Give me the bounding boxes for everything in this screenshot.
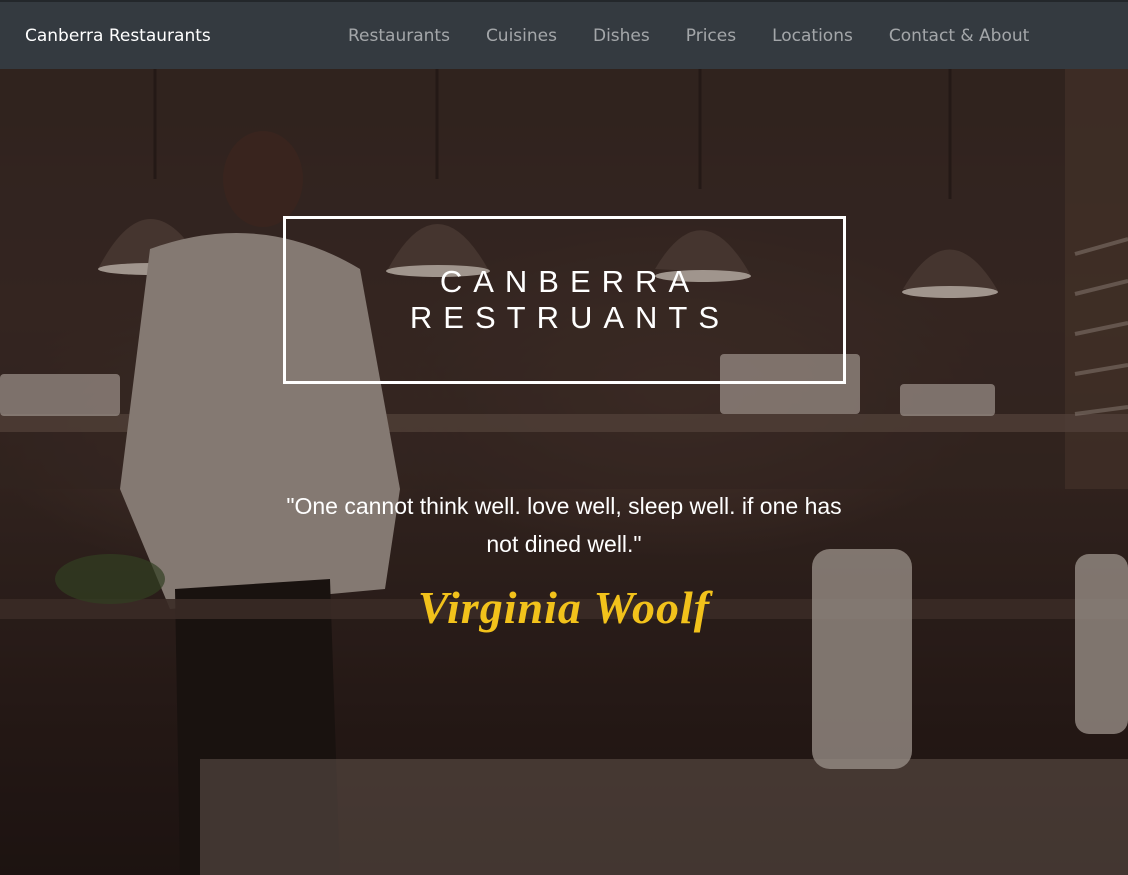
quote-author: Virginia Woolf bbox=[417, 582, 711, 633]
hero-title-box: CANBERRA RESTRUANTS bbox=[283, 216, 846, 384]
hero-section: CANBERRA RESTRUANTS "One cannot think we… bbox=[0, 69, 1128, 875]
hero-title-line-2: RESTRUANTS bbox=[409, 300, 731, 335]
nav-item-contact: Contact & About bbox=[871, 26, 1047, 46]
nav-link-cuisines[interactable]: Cuisines bbox=[486, 26, 557, 46]
nav-link-dishes[interactable]: Dishes bbox=[593, 26, 650, 46]
nav-item-cuisines: Cuisines bbox=[468, 26, 575, 46]
hero-dark-overlay bbox=[0, 69, 1128, 875]
nav-item-restaurants: Restaurants bbox=[330, 26, 468, 46]
nav-link-prices[interactable]: Prices bbox=[686, 26, 736, 46]
nav-item-prices: Prices bbox=[668, 26, 754, 46]
nav-link-restaurants[interactable]: Restaurants bbox=[348, 26, 450, 46]
nav-link-contact-about[interactable]: Contact & About bbox=[889, 26, 1029, 46]
nav-links: Restaurants Cuisines Dishes Prices Locat… bbox=[330, 2, 1047, 69]
nav-link-locations[interactable]: Locations bbox=[772, 26, 853, 46]
brand-link[interactable]: Canberra Restaurants bbox=[25, 2, 211, 69]
hero-quote: "One cannot think well. love well, sleep… bbox=[286, 493, 842, 557]
nav-item-locations: Locations bbox=[754, 26, 871, 46]
navbar: Canberra Restaurants Restaurants Cuisine… bbox=[0, 0, 1128, 69]
hero-title-line-1: CANBERRA bbox=[439, 264, 701, 299]
nav-item-dishes: Dishes bbox=[575, 26, 668, 46]
